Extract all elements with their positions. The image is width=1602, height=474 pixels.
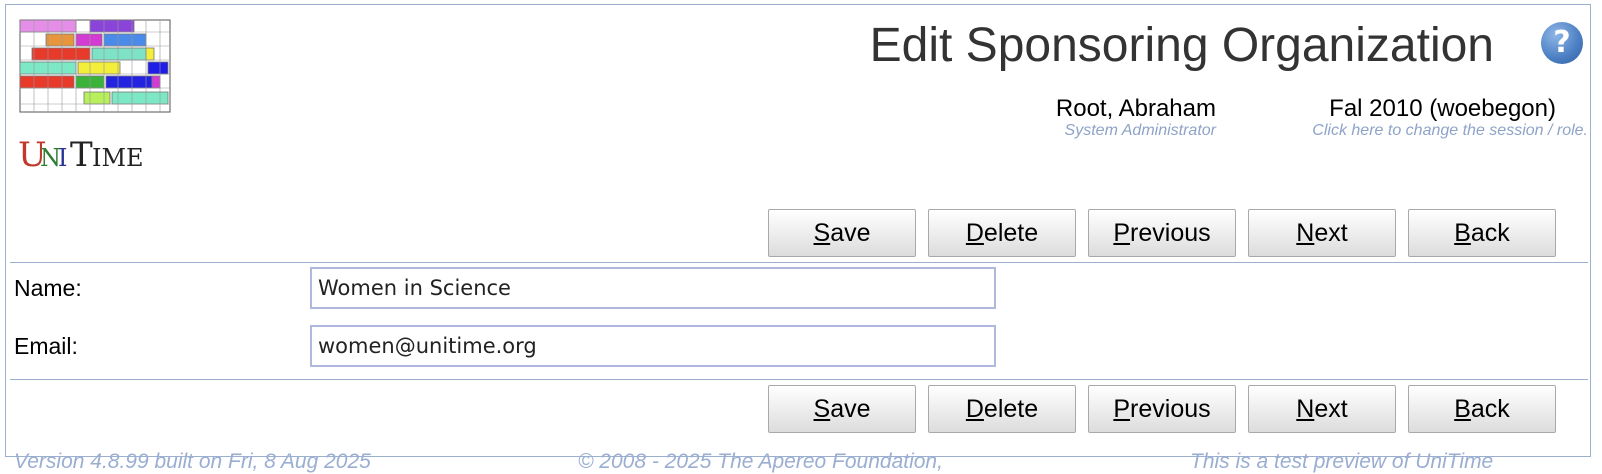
next-button[interactable]: Next [1248,385,1396,433]
top-button-row: Save Delete Previous Next Back [768,209,1556,257]
svg-text:T: T [70,135,93,175]
user-name: Root, Abraham [1055,95,1216,122]
unitime-logo: U N I T IME [18,19,171,175]
email-input[interactable] [310,325,996,367]
question-mark-icon[interactable]: ? [1541,22,1583,64]
back-button[interactable]: Back [1408,209,1556,257]
svg-text:I: I [58,144,67,172]
bottom-button-row: Save Delete Previous Next Back [768,385,1556,433]
back-button[interactable]: Back [1408,385,1556,433]
save-button[interactable]: Save [768,209,916,257]
change-session-link[interactable]: Click here to change the session / role. [1312,122,1588,140]
divider-top [10,262,1588,263]
footer-copyright[interactable]: © 2008 - 2025 The Apereo Foundation, [578,450,943,474]
footer-version: Version 4.8.99 built on Fri, 8 Aug 2025 [14,450,371,473]
delete-button[interactable]: Delete [928,385,1076,433]
footer-note: This is a test preview of UniTime [1190,450,1494,473]
previous-button[interactable]: Previous [1088,209,1236,257]
email-label: Email: [14,333,78,359]
user-role: System Administrator [1064,122,1216,139]
page-title: Edit Sponsoring Organization [869,19,1494,72]
name-input[interactable] [310,267,996,309]
session-name[interactable]: Fal 2010 (woebegon) [1329,95,1556,123]
next-button[interactable]: Next [1248,209,1396,257]
delete-button[interactable]: Delete [928,209,1076,257]
svg-text:IME: IME [92,144,144,172]
name-label: Name: [14,275,82,301]
save-button[interactable]: Save [768,385,916,433]
previous-button[interactable]: Previous [1088,385,1236,433]
divider-bottom [10,379,1588,380]
